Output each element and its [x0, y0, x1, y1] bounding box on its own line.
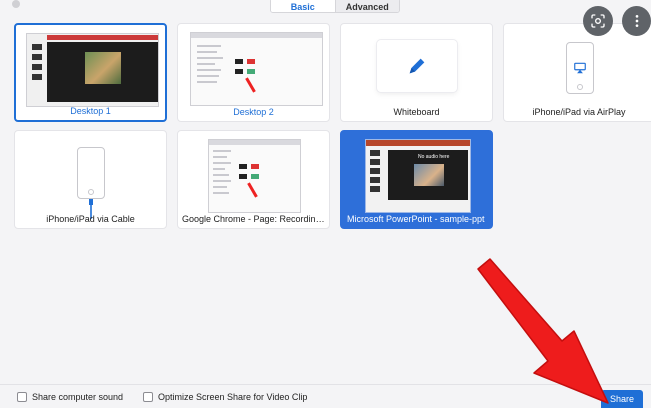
share-tile-cable[interactable]: iPhone/iPad via Cable	[14, 130, 167, 229]
tile-label: Desktop 1	[70, 106, 111, 116]
share-tile-chrome[interactable]: Google Chrome - Page: Recording...	[177, 130, 330, 229]
window-dot	[12, 0, 20, 8]
lens-button[interactable]	[583, 6, 613, 36]
tile-label: Microsoft PowerPoint - sample-ppt	[347, 214, 485, 224]
share-sound-label: Share computer sound	[32, 392, 124, 402]
share-mode-tabs: Basic Advanced	[270, 0, 400, 13]
more-vertical-icon	[635, 15, 638, 27]
share-tile-whiteboard[interactable]: Whiteboard	[340, 23, 493, 122]
chrome-thumbnail	[208, 139, 301, 213]
share-tile-airplay[interactable]: iPhone/iPad via AirPlay	[503, 23, 651, 122]
slide-text: No audio here	[418, 154, 450, 160]
phone-outline	[77, 147, 105, 199]
tile-label: Whiteboard	[393, 107, 440, 117]
share-button[interactable]: Share	[601, 390, 643, 408]
share-tile-powerpoint[interactable]: No audio here Microsoft PowerPoint - sam…	[340, 130, 493, 229]
phone-outline	[566, 42, 594, 94]
tab-basic[interactable]: Basic	[271, 0, 335, 12]
optimize-video-label: Optimize Screen Share for Video Clip	[158, 392, 308, 402]
share-options-bar: Share computer sound Optimize Screen Sha…	[0, 384, 651, 408]
airplay-icon	[574, 62, 586, 74]
share-tile-desktop-1[interactable]: Desktop 1	[14, 23, 167, 122]
powerpoint-thumbnail: No audio here	[365, 139, 471, 213]
tile-label: Google Chrome - Page: Recording...	[182, 214, 329, 224]
tile-label: Desktop 2	[233, 107, 274, 117]
share-sound-checkbox[interactable]	[17, 392, 27, 402]
share-tile-desktop-2[interactable]: Desktop 2	[177, 23, 330, 122]
lens-icon	[591, 14, 605, 28]
tile-label: iPhone/iPad via Cable	[46, 214, 135, 224]
optimize-video-option[interactable]: Optimize Screen Share for Video Clip	[143, 392, 307, 402]
share-sound-option[interactable]: Share computer sound	[17, 392, 123, 402]
more-options-button[interactable]	[622, 6, 651, 36]
tile-label: iPhone/iPad via AirPlay	[532, 107, 626, 117]
pen-icon	[409, 58, 425, 74]
tab-advanced[interactable]: Advanced	[334, 0, 399, 12]
whiteboard-card	[377, 40, 457, 92]
desktop-1-thumbnail	[26, 33, 159, 107]
optimize-video-checkbox[interactable]	[143, 392, 153, 402]
desktop-2-thumbnail	[190, 32, 323, 106]
